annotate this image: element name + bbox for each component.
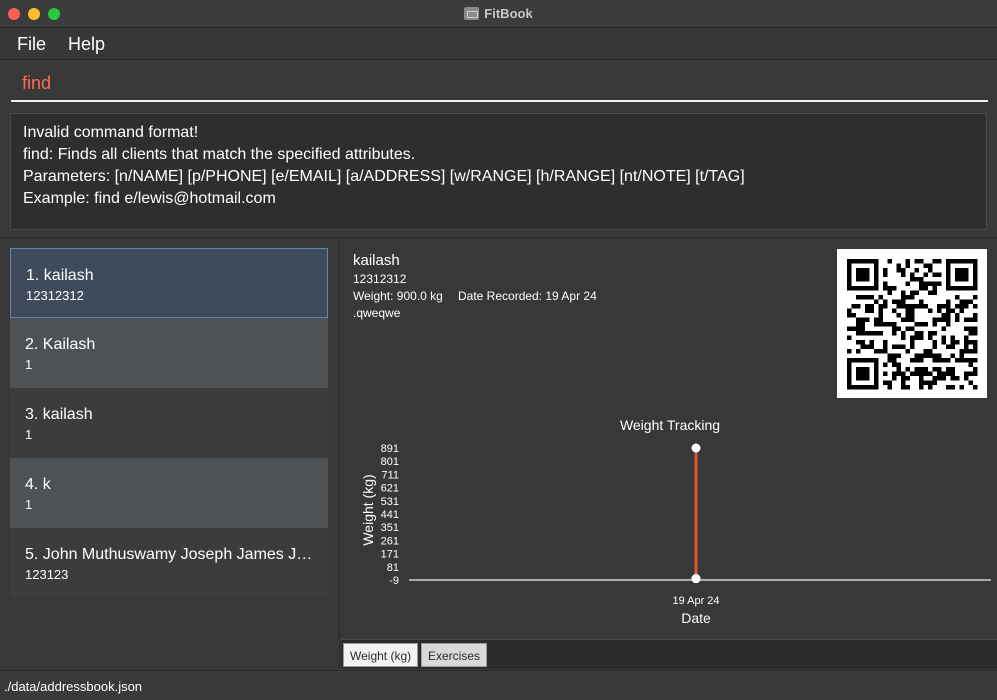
title-bar: FitBook [0, 0, 997, 28]
chart-y-tick-label: 81 [387, 562, 399, 574]
chart-data-point [691, 443, 701, 453]
qr-code [837, 249, 987, 398]
client-card-5[interactable]: 5. John Muthuswamy Joseph James Jerry… 1… [10, 528, 328, 598]
status-bar: ./data/addressbook.json [0, 670, 997, 700]
client-phone: 1 [25, 427, 33, 442]
chart-y-ticks: 891801711 621531441351261 17181-9 [381, 443, 399, 587]
qr-code-image [847, 259, 978, 390]
close-window-button[interactable] [8, 8, 20, 20]
chart-data-point [691, 574, 701, 584]
detail-name: kailash [353, 252, 400, 269]
result-line: find: Finds all clients that match the s… [23, 146, 416, 163]
client-card-4[interactable]: 4. k 1 [10, 458, 328, 528]
client-name: 5. John Muthuswamy Joseph James Jerry… [25, 546, 313, 563]
client-name: 4. k [25, 476, 51, 493]
chart-y-tick-label: 441 [381, 509, 399, 521]
chart-x-ticks: 19 Apr 24 [672, 595, 719, 607]
weight-chart: Weight Tracking Weight (kg) Date 8918017… [360, 417, 991, 626]
window-controls [8, 8, 60, 20]
chart-y-tick-label: 171 [381, 549, 399, 561]
result-line: Example: find e/lewis@hotmail.com [23, 190, 276, 207]
app-icon [464, 7, 480, 20]
chart-y-tick-label: 801 [381, 456, 399, 468]
minimize-window-button[interactable] [28, 8, 40, 20]
result-display: Invalid command format! find: Finds all … [10, 113, 987, 230]
menu-file[interactable]: File [17, 34, 46, 55]
chart-x-axis-label: Date [681, 610, 711, 626]
result-line: Parameters: [n/NAME] [p/PHONE] [e/EMAIL]… [23, 168, 745, 185]
client-name: 3. kailash [25, 406, 93, 423]
maximize-window-button[interactable] [48, 8, 60, 20]
chart-y-tick-label: 531 [381, 496, 399, 508]
client-card-2[interactable]: 2. Kailash 1 [10, 318, 328, 388]
chart-y-tick-label: 711 [381, 469, 399, 481]
client-card-3[interactable]: 3. kailash 1 [10, 388, 328, 458]
menu-help[interactable]: Help [68, 34, 105, 55]
client-phone: 1 [25, 497, 33, 512]
window-title-text: FitBook [484, 6, 533, 21]
result-line: Invalid command format! [23, 124, 199, 141]
detail-phone: 12312312 [353, 272, 407, 286]
window-title: FitBook [464, 6, 533, 21]
client-card-1[interactable]: 1. kailash 12312312 [10, 248, 328, 318]
command-input[interactable] [11, 67, 988, 102]
chart-y-tick-label: 891 [381, 443, 399, 455]
status-file-path: ./data/addressbook.json [4, 679, 143, 694]
client-detail-panel: kailash 12312312 Weight: 900.0 kg Date R… [341, 238, 997, 669]
detail-note: .qweqwe [353, 306, 401, 320]
chart-title: Weight Tracking [620, 417, 720, 433]
client-name: 1. kailash [26, 267, 94, 284]
chart-series [691, 443, 701, 584]
client-list: 1. kailash 12312312 2. Kailash 1 3. kail… [0, 238, 340, 669]
detail-weight: Weight: 900.0 kg [353, 289, 443, 303]
result-area: Invalid command format! find: Finds all … [0, 107, 997, 237]
detail-date-recorded: Date Recorded: 19 Apr 24 [458, 289, 597, 303]
chart-y-tick-label: -9 [389, 575, 399, 587]
chart-y-tick-label: 351 [381, 522, 399, 534]
tab-weight[interactable]: Weight (kg) [343, 643, 419, 667]
tab-bar: Weight (kg) Exercises [341, 639, 997, 669]
client-phone: 123123 [25, 567, 69, 582]
client-phone: 1 [25, 357, 33, 372]
chart-y-axis-label: Weight (kg) [360, 474, 376, 545]
client-name: 2. Kailash [25, 336, 96, 353]
chart-x-tick-label: 19 Apr 24 [672, 595, 719, 607]
command-box [0, 61, 997, 107]
chart-y-tick-label: 621 [381, 483, 399, 495]
menu-bar: File Help [0, 29, 997, 60]
tab-exercises[interactable]: Exercises [421, 643, 488, 667]
client-phone: 12312312 [26, 288, 84, 303]
chart-y-tick-label: 261 [381, 535, 399, 547]
